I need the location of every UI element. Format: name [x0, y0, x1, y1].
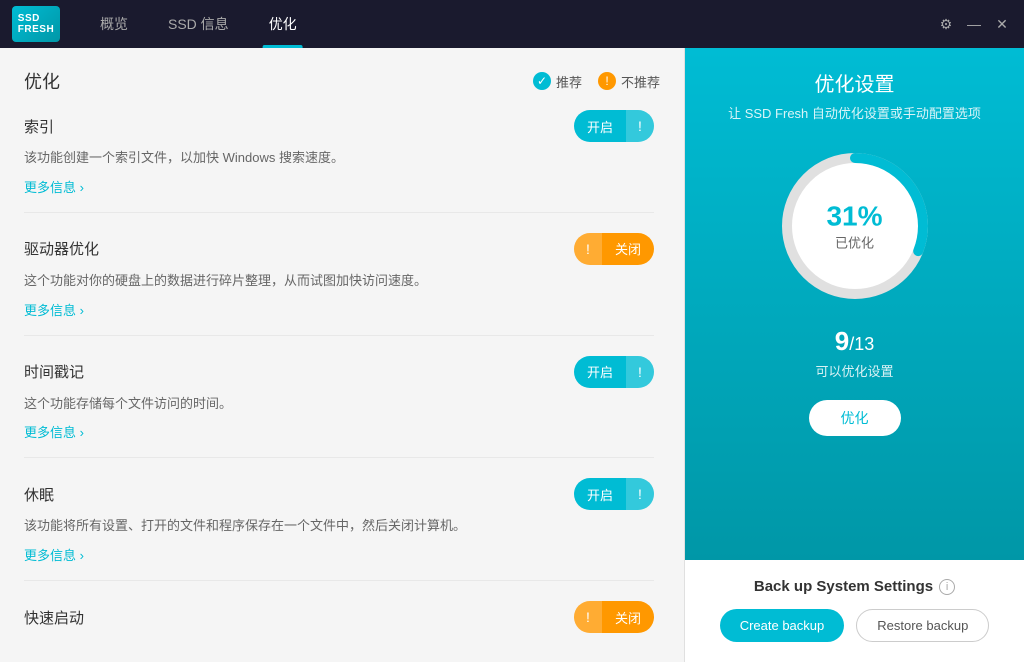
toggle-timestamp[interactable]: 开启 ! — [574, 356, 654, 388]
tab-overview[interactable]: 概览 — [80, 0, 148, 48]
toggle-index[interactable]: 开启 ! — [574, 110, 654, 142]
progress-circle-container: 31% 已优化 — [775, 146, 935, 306]
opt-item-timestamp: 时间戳记 开启 ! 这个功能存储每个文件访问的时间。 更多信息 › — [24, 356, 654, 459]
toggle-icon: ! — [574, 233, 602, 265]
settings-button[interactable]: ⚙ — [936, 14, 956, 34]
backup-section: Back up System Settings i Create backup … — [685, 560, 1024, 662]
more-info-index[interactable]: 更多信息 › — [24, 177, 654, 196]
opt-item-hibernate: 休眠 开启 ! 该功能将所有设置、打开的文件和程序保存在一个文件中，然后关闭计算… — [24, 478, 654, 581]
backup-title-row: Back up System Settings i — [705, 578, 1004, 595]
tab-optimize[interactable]: 优化 — [249, 0, 317, 48]
not-recommended-icon: ! — [598, 72, 616, 90]
toggle-icon: ! — [574, 601, 602, 633]
main-content: 优化 ✓ 推荐 ! 不推荐 索引 开启 ! — [0, 48, 1024, 662]
opt-item-header: 驱动器优化 ! 关闭 — [24, 233, 654, 265]
optimize-button[interactable]: 优化 — [809, 400, 901, 436]
close-button[interactable]: ✕ — [992, 14, 1012, 34]
opt-item-desc: 该功能将所有设置、打开的文件和程序保存在一个文件中，然后关闭计算机。 — [24, 516, 654, 537]
opt-item-header: 快速启动 ! 关闭 — [24, 601, 654, 633]
optimization-list[interactable]: 索引 开启 ! 该功能创建一个索引文件，以加快 Windows 搜索速度。 更多… — [24, 110, 660, 640]
nav-tabs: 概览 SSD 信息 优化 — [80, 0, 1012, 48]
stats-number: 9/13 — [815, 326, 893, 357]
opt-item-desc: 这个功能存储每个文件访问的时间。 — [24, 394, 654, 415]
opt-item-header: 时间戳记 开启 ! — [24, 356, 654, 388]
window-controls: ⚙ — ✕ — [936, 14, 1012, 34]
opt-item-desc: 该功能创建一个索引文件，以加快 Windows 搜索速度。 — [24, 148, 654, 169]
opt-item-desc: 这个功能可以防止计算机完全关闭。 — [24, 639, 654, 640]
opt-item-drive: 驱动器优化 ! 关闭 这个功能对你的硬盘上的数据进行碎片整理，从而试图加快访问速… — [24, 233, 654, 336]
right-panel: 优化设置 让 SSD Fresh 自动优化设置或手动配置选项 31% 已优化 9… — [684, 48, 1024, 662]
more-info-timestamp[interactable]: 更多信息 › — [24, 422, 654, 441]
opt-item-title: 驱动器优化 — [24, 238, 99, 259]
recommended-icon: ✓ — [533, 72, 551, 90]
opt-item-title: 时间戳记 — [24, 361, 84, 382]
right-subtitle: 让 SSD Fresh 自动优化设置或手动配置选项 — [728, 103, 981, 122]
more-info-drive[interactable]: 更多信息 › — [24, 300, 654, 319]
tab-ssd-info[interactable]: SSD 信息 — [148, 0, 249, 48]
right-top: 优化设置 让 SSD Fresh 自动优化设置或手动配置选项 31% 已优化 9… — [685, 48, 1024, 560]
stats-desc: 可以优化设置 — [815, 361, 893, 380]
opt-item-index: 索引 开启 ! 该功能创建一个索引文件，以加快 Windows 搜索速度。 更多… — [24, 110, 654, 213]
opt-item-title: 休眠 — [24, 484, 54, 505]
more-info-hibernate[interactable]: 更多信息 › — [24, 545, 654, 564]
section-title: 优化 — [24, 68, 60, 94]
opt-item-desc: 这个功能对你的硬盘上的数据进行碎片整理，从而试图加快访问速度。 — [24, 271, 654, 292]
opt-item-header: 索引 开启 ! — [24, 110, 654, 142]
circle-center: 31% 已优化 — [826, 201, 882, 252]
app-logo: SSDFRESH — [12, 6, 60, 42]
left-panel: 优化 ✓ 推荐 ! 不推荐 索引 开启 ! — [0, 48, 684, 662]
circle-percent: 31% — [826, 201, 882, 233]
titlebar: SSDFRESH 概览 SSD 信息 优化 ⚙ — ✕ — [0, 0, 1024, 48]
toggle-icon: ! — [626, 478, 654, 510]
create-backup-button[interactable]: Create backup — [720, 609, 845, 642]
logo-area: SSDFRESH — [12, 6, 60, 42]
minimize-button[interactable]: — — [964, 14, 984, 34]
toggle-drive[interactable]: ! 关闭 — [574, 233, 654, 265]
right-title: 优化设置 — [815, 68, 895, 97]
backup-buttons: Create backup Restore backup — [705, 609, 1004, 642]
legend: ✓ 推荐 ! 不推荐 — [533, 72, 660, 91]
toggle-hibernate[interactable]: 开启 ! — [574, 478, 654, 510]
stats-row: 9/13 可以优化设置 — [815, 326, 893, 380]
left-header: 优化 ✓ 推荐 ! 不推荐 — [24, 68, 660, 94]
opt-item-title: 索引 — [24, 116, 54, 137]
legend-recommended: ✓ 推荐 — [533, 72, 582, 91]
backup-title: Back up System Settings — [754, 578, 933, 595]
opt-item-header: 休眠 开启 ! — [24, 478, 654, 510]
toggle-icon: ! — [626, 356, 654, 388]
opt-item-title: 快速启动 — [24, 607, 84, 628]
info-icon[interactable]: i — [939, 579, 955, 595]
toggle-faststart[interactable]: ! 关闭 — [574, 601, 654, 633]
circle-label: 已优化 — [826, 233, 882, 252]
restore-backup-button[interactable]: Restore backup — [856, 609, 989, 642]
legend-not-recommended: ! 不推荐 — [598, 72, 660, 91]
opt-item-faststart: 快速启动 ! 关闭 这个功能可以防止计算机完全关闭。 更多信息 › — [24, 601, 654, 640]
toggle-icon: ! — [626, 110, 654, 142]
